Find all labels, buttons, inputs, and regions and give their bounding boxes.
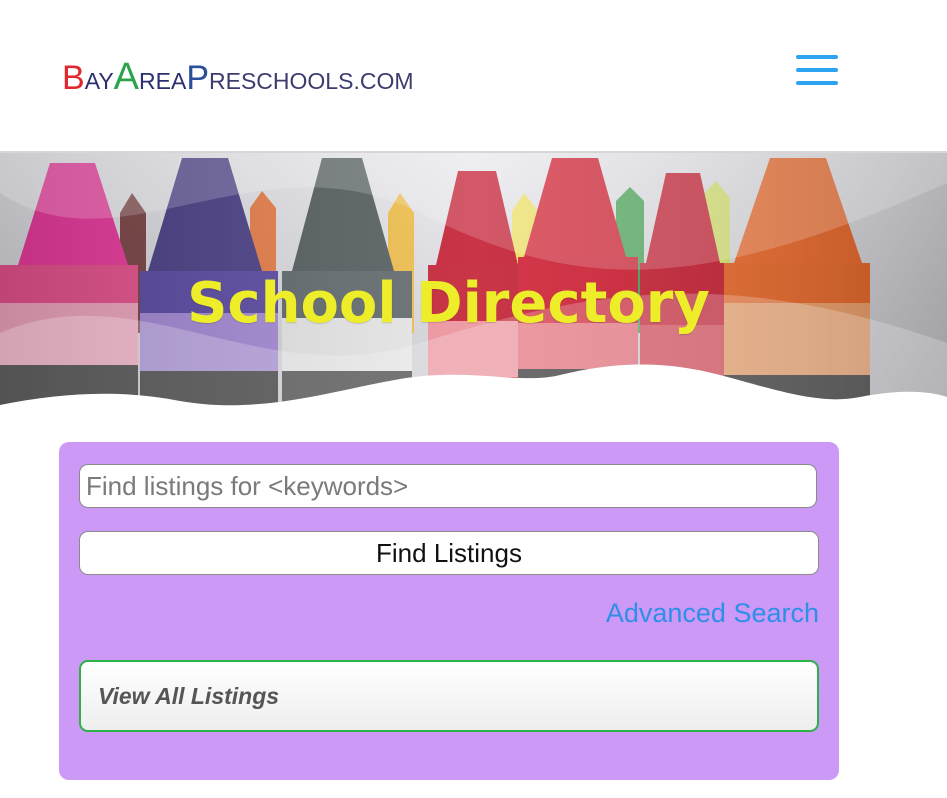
- logo-text-ay: AY: [84, 68, 114, 94]
- logo-letter-b: B: [62, 59, 85, 97]
- find-listings-button[interactable]: Find Listings: [79, 531, 819, 575]
- menu-bar-bottom: [796, 81, 838, 85]
- hero-banner: School Directory: [0, 153, 947, 415]
- logo-letter-p: P: [186, 59, 210, 97]
- logo-text-rest: RESCHOOLS.COM: [209, 68, 414, 94]
- site-header: B AY A REA P RESCHOOLS.COM: [0, 0, 947, 152]
- view-all-listings-button[interactable]: View All Listings: [79, 660, 819, 732]
- menu-bar-top: [796, 55, 838, 59]
- hamburger-menu-icon[interactable]: [796, 55, 838, 85]
- logo-letter-a: A: [113, 56, 140, 98]
- advanced-search-link[interactable]: Advanced Search: [606, 598, 819, 629]
- logo-text-rea: REA: [139, 68, 187, 94]
- search-panel: Find Listings Advanced Search View All L…: [59, 442, 839, 780]
- page-title: School Directory: [187, 271, 710, 336]
- site-logo[interactable]: B AY A REA P RESCHOOLS.COM: [62, 56, 414, 98]
- search-input[interactable]: [79, 464, 817, 508]
- menu-bar-middle: [796, 68, 838, 72]
